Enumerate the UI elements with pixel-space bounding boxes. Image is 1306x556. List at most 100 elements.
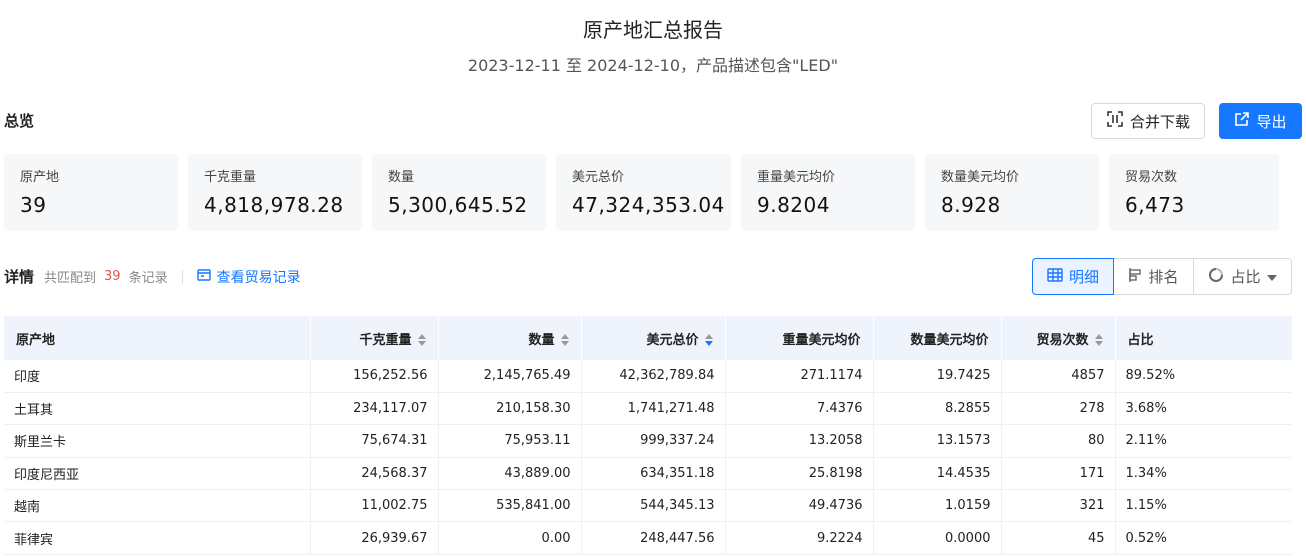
- view-mode-ranking-label: 排名: [1148, 268, 1179, 286]
- cell-trade-count: 80: [1001, 424, 1116, 458]
- detail-header: 详情 共匹配到 39 条记录 查看贸易记录: [4, 266, 301, 287]
- merge-download-button[interactable]: 合并下载: [1091, 103, 1205, 139]
- export-button[interactable]: 导出: [1219, 103, 1302, 139]
- stat-value: 4,818,978.28: [204, 193, 344, 217]
- detail-heading: 详情: [4, 268, 35, 286]
- stats-row: 原产地 39 千克重量 4,818,978.28 数量 5,300,645.52…: [4, 154, 1279, 231]
- table-row: 越南 11,002.75 535,841.00 544,345.13 49.47…: [4, 489, 1292, 522]
- stat-card-total-usd: 美元总价 47,324,353.04: [556, 154, 731, 231]
- cell-total-usd: 544,345.13: [581, 489, 726, 522]
- column-header-origin: 原产地: [4, 316, 311, 360]
- cell-origin: 斯里兰卡: [4, 424, 311, 458]
- stat-value: 8.928: [941, 193, 1001, 217]
- stat-card-origin: 原产地 39: [4, 154, 178, 231]
- cell-trade-count: 278: [1001, 392, 1116, 425]
- cell-quantity-avg-usd: 0.0000: [873, 521, 1002, 555]
- cell-weight-avg-usd: 7.4376: [725, 392, 874, 425]
- match-count: 39: [104, 269, 121, 284]
- cell-origin: 印度尼西亚: [4, 457, 311, 490]
- merge-download-label: 合并下载: [1129, 112, 1190, 131]
- column-header-total-usd[interactable]: 美元总价: [581, 316, 726, 360]
- cell-origin: 土耳其: [4, 392, 311, 425]
- cell-share: 3.68%: [1125, 401, 1167, 417]
- column-header-quantity[interactable]: 数量: [438, 316, 582, 360]
- cell-share: 0.52%: [1125, 530, 1167, 546]
- cell-share: 2.11%: [1125, 433, 1167, 449]
- table-row: 印度尼西亚 24,568.37 43,889.00 634,351.18 25.…: [4, 457, 1292, 490]
- view-mode-ranking[interactable]: 排名: [1114, 258, 1194, 295]
- cell-share: 1.34%: [1125, 465, 1167, 481]
- cell-share: 1.15%: [1125, 498, 1167, 514]
- cell-quantity: 535,841.00: [438, 489, 582, 522]
- export-label: 导出: [1256, 112, 1287, 131]
- column-header-share: 占比: [1127, 332, 1154, 348]
- stat-card-quantity: 数量 5,300,645.52: [372, 154, 546, 231]
- chevron-down-icon: [1266, 268, 1277, 286]
- column-header-trade-count[interactable]: 贸易次数: [1001, 316, 1116, 360]
- sort-icon: [1094, 333, 1103, 347]
- cell-weight: 75,674.31: [310, 424, 439, 458]
- stat-value: 47,324,353.04: [572, 193, 725, 217]
- match-prefix: 共匹配到: [44, 271, 97, 286]
- cell-share: 89.52%: [1125, 368, 1176, 384]
- cell-weight-avg-usd: 9.2224: [725, 521, 874, 555]
- ranking-icon: [1128, 267, 1142, 287]
- cell-weight: 156,252.56: [310, 360, 439, 393]
- cell-quantity: 0.00: [438, 521, 582, 555]
- table-row: 土耳其 234,117.07 210,158.30 1,741,271.48 7…: [4, 392, 1292, 425]
- cell-total-usd: 248,447.56: [581, 521, 726, 555]
- stat-value: 6,473: [1125, 193, 1185, 217]
- stat-label: 数量: [388, 170, 415, 185]
- sort-icon: [560, 333, 569, 347]
- merge-download-icon: [1106, 110, 1124, 132]
- stat-label: 数量美元均价: [941, 170, 1020, 185]
- sort-icon: [417, 333, 426, 347]
- view-mode-detail[interactable]: 明细: [1032, 258, 1114, 295]
- view-mode-switch: 明细 排名 占比: [1032, 258, 1292, 295]
- stat-label: 美元总价: [572, 170, 625, 185]
- view-trade-records-label: 查看贸易记录: [216, 269, 301, 286]
- cell-quantity: 43,889.00: [438, 457, 582, 490]
- report-subtitle: 2023-12-11 至 2024-12-10，产品描述包含"LED": [467, 56, 839, 75]
- table-row: 菲律宾 26,939.67 0.00 248,447.56 9.2224 0.0…: [4, 521, 1292, 555]
- cell-quantity-avg-usd: 14.4535: [873, 457, 1002, 490]
- cell-total-usd: 999,337.24: [581, 424, 726, 458]
- cell-weight: 24,568.37: [310, 457, 439, 490]
- cell-weight: 234,117.07: [310, 392, 439, 425]
- stat-value: 9.8204: [757, 193, 830, 217]
- stat-value: 39: [20, 193, 47, 217]
- cell-quantity-avg-usd: 8.2855: [873, 392, 1002, 425]
- stat-label: 贸易次数: [1125, 170, 1178, 185]
- cell-origin: 菲律宾: [4, 521, 311, 555]
- stat-card-weight: 千克重量 4,818,978.28: [188, 154, 362, 231]
- cell-quantity-avg-usd: 13.1573: [873, 424, 1002, 458]
- cell-weight: 26,939.67: [310, 521, 439, 555]
- cell-quantity: 75,953.11: [438, 424, 582, 458]
- cell-weight-avg-usd: 13.2058: [725, 424, 874, 458]
- cell-total-usd: 42,362,789.84: [581, 360, 726, 393]
- stat-card-quantity-avg-usd: 数量美元均价 8.928: [925, 154, 1099, 231]
- cell-weight-avg-usd: 25.8198: [725, 457, 874, 490]
- cell-quantity: 210,158.30: [438, 392, 582, 425]
- cell-total-usd: 1,741,271.48: [581, 392, 726, 425]
- view-mode-share-label: 占比: [1230, 268, 1261, 286]
- cell-trade-count: 45: [1001, 521, 1116, 555]
- report-title: 原产地汇总报告: [583, 18, 723, 42]
- view-trade-records-link[interactable]: 查看贸易记录: [196, 267, 301, 287]
- cell-quantity: 2,145,765.49: [438, 360, 582, 393]
- column-header-quantity-avg-usd: 数量美元均价: [873, 316, 1002, 360]
- cell-weight-avg-usd: 49.4736: [725, 489, 874, 522]
- cell-quantity-avg-usd: 1.0159: [873, 489, 1002, 522]
- cell-weight: 11,002.75: [310, 489, 439, 522]
- cell-trade-count: 4857: [1001, 360, 1116, 393]
- column-header-weight-avg-usd: 重量美元均价: [725, 316, 874, 360]
- table-header-row: 原产地 千克重量 数量 美元总价 重量美元均价 数量美元均价 贸易次数 占比: [4, 316, 1292, 360]
- cell-trade-count: 171: [1001, 457, 1116, 490]
- view-mode-share[interactable]: 占比: [1194, 258, 1292, 295]
- stat-card-weight-avg-usd: 重量美元均价 9.8204: [741, 154, 915, 231]
- column-header-weight[interactable]: 千克重量: [310, 316, 439, 360]
- match-suffix: 条记录: [128, 271, 168, 286]
- stat-label: 千克重量: [204, 170, 257, 185]
- stat-label: 重量美元均价: [757, 170, 836, 185]
- cell-origin: 印度: [4, 360, 311, 393]
